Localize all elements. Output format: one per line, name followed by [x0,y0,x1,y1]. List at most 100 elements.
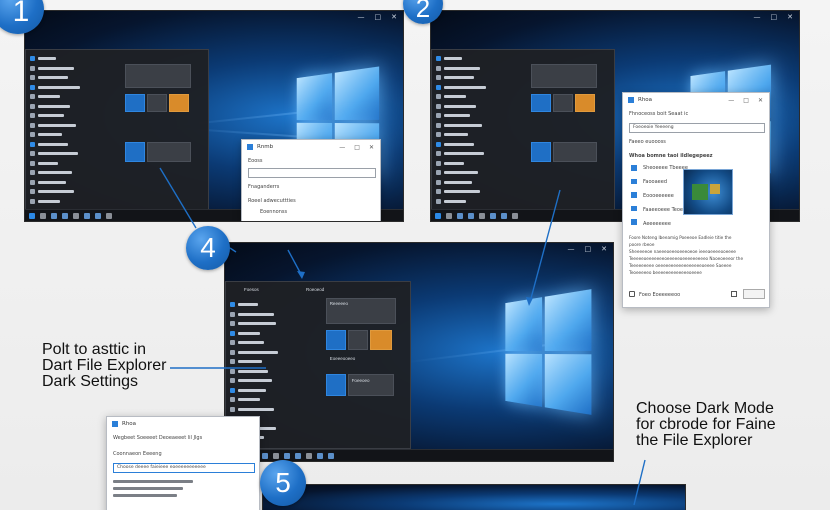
tile-label: Reeeeeo [329,301,348,306]
close-button[interactable]: ✕ [787,11,793,23]
search-input[interactable] [248,168,376,178]
close-button[interactable]: ✕ [601,243,607,255]
window-controls[interactable]: — □ ✕ [358,11,398,23]
dialog-title: Rhoa [638,97,653,103]
tile[interactable] [530,94,551,112]
list-icon [631,205,637,212]
tile[interactable] [146,142,191,162]
window-controls[interactable]: — □ ✕ [568,243,608,255]
list-item[interactable]: Faooaeed [643,179,667,185]
start-icon[interactable] [435,212,441,219]
app-logo-icon [628,97,634,103]
tile[interactable] [325,330,346,350]
list-item[interactable]: Aeeeeeeee [643,221,671,227]
list-icon [631,165,637,171]
note-line: Polt to asttic in [42,341,147,358]
paragraph-line: poore rbeoe [629,242,655,247]
tile[interactable] [574,94,595,112]
step-number: 1 [12,0,30,28]
list-item[interactable]: Eoooeeeeee [643,193,674,199]
dialog-heading: Eooss [248,158,263,164]
maximize-button[interactable]: □ [375,11,382,23]
note-line: for cbrode for Faine [636,416,776,433]
list-item[interactable]: Faaeeoeee Teoee [643,207,686,213]
app-list[interactable] [432,50,527,210]
tile[interactable] [124,64,191,88]
paragraph-line: Sheeeeeoe naeeeoeeeoeeeoeoe ieeeaeeeeooe… [629,249,736,254]
menu-header: Foesos [244,287,259,292]
settings-dialog[interactable]: Rnmb — □ ✕ Eooss Fnaganderrs Roeel adwecut… [241,139,381,221]
dialog-titlebar[interactable]: Rhoa [107,417,259,431]
copy-icon[interactable] [731,291,737,297]
tile[interactable] [369,330,392,350]
tile[interactable] [347,330,368,350]
maximize-icon[interactable]: □ [354,144,360,151]
tile-area[interactable]: Reeeeeo Foeeoeo Eoeeeooeeo [322,282,410,448]
windows-logo-icon [505,289,592,415]
text-line [113,494,177,497]
close-icon[interactable]: ✕ [758,97,763,104]
minimize-icon[interactable]: — [728,97,734,104]
list-item[interactable]: Sheoeeee Tbeeee [643,165,688,171]
tile[interactable] [124,142,145,162]
minimize-button[interactable]: — [568,243,575,255]
field-label: Coonnaeon Eeeeng [113,451,162,457]
feedback-icon[interactable] [629,291,635,297]
maximize-button[interactable]: □ [585,243,592,255]
text-line [113,487,183,490]
tile[interactable] [552,142,597,162]
tile[interactable] [168,94,189,112]
app-logo-icon [247,144,253,150]
paragraph-line: Teeeeeeeee oeeeeeeeeeeeeeeeeeoeeee Saeee… [629,263,732,268]
tile-label: Eoeeeooeeo [329,356,356,361]
tile[interactable] [146,94,167,112]
app-list[interactable] [26,50,121,210]
dialog-title: Rhoa [122,421,137,427]
close-button[interactable]: ✕ [391,11,397,23]
search-text: Foeoeoie Yeeeeng [633,125,674,130]
right-annotation: Choose Dark Mode for cbrode for Faine th… [636,401,776,449]
tile-area[interactable] [527,50,614,210]
dialog-heading: Wegbeet Soeeeet Deoeaeeet lil Jlgs [113,435,203,441]
footer-link[interactable]: Foeo Eoeeeeeoo [639,292,680,298]
start-menu[interactable] [431,49,615,211]
section-title: Roeel adwecuttties [248,198,296,204]
minimize-icon[interactable]: — [339,144,345,151]
step-5-badge: 5 [260,460,306,506]
tile[interactable] [325,374,346,396]
tile[interactable] [552,94,573,112]
tile-area[interactable] [121,50,208,210]
list-icon [631,192,637,198]
note-line: Choose Dark Mode [636,400,774,417]
list-item[interactable]: Eoennonss [260,209,287,215]
step-4-badge: 4 [186,226,230,270]
screenshot-step-5 [262,484,686,510]
minimize-button[interactable]: — [754,11,761,23]
tile[interactable] [530,64,597,88]
tile[interactable] [530,142,551,162]
bottom-settings-dialog[interactable]: Rhoa Wegbeet Soeeeet Deoeaeeet lil Jlgs … [106,416,260,510]
dialog-heading: Fhnoceoss boit Seaat ic [629,111,689,117]
settings-dialog-large[interactable]: Rhoa — □ ✕ Fhnoceoss boit Seaat ic Foeoeoi… [622,92,770,308]
start-menu[interactable] [25,49,209,211]
screenshot-step-1: — □ ✕ Rnmb — □ ✕ Eooss Fnaganderrs Roeel… [24,10,404,222]
dialog-title: Rnmb [257,144,274,150]
maximize-icon[interactable]: □ [743,97,749,104]
tile[interactable] [124,94,145,112]
paragraph-line: Teeeeeoeeeeeeeoeeeeeoeeeeeeeeeo Naoeoeee… [629,256,744,261]
close-icon[interactable]: ✕ [369,144,374,151]
search-text: Choose deeee faieieee eoeeeeeeeeeee [117,465,206,470]
maximize-button[interactable]: □ [771,11,778,23]
screenshot-step-4: — □ ✕ Foesos Roeoeod Reeeeeo Foeeoeo Eoe… [224,242,614,462]
paragraph-line: Teoeeeeeo beeeeeeeeeeeeeoeeee [629,270,702,275]
list-icon [631,219,637,225]
app-logo-icon [112,421,118,427]
dialog-titlebar[interactable]: Rnmb — □ ✕ [242,140,380,154]
theme-preview-image[interactable] [683,169,733,215]
minimize-button[interactable]: — [358,11,365,23]
paragraph-line: Foore Noteng lbeeamig Poeeeoe Eadleie ti… [629,235,732,240]
window-controls[interactable]: — □ ✕ [754,11,794,23]
start-icon[interactable] [29,212,35,219]
ok-button[interactable] [743,289,765,299]
dialog-titlebar[interactable]: Rhoa — □ ✕ [623,93,769,107]
